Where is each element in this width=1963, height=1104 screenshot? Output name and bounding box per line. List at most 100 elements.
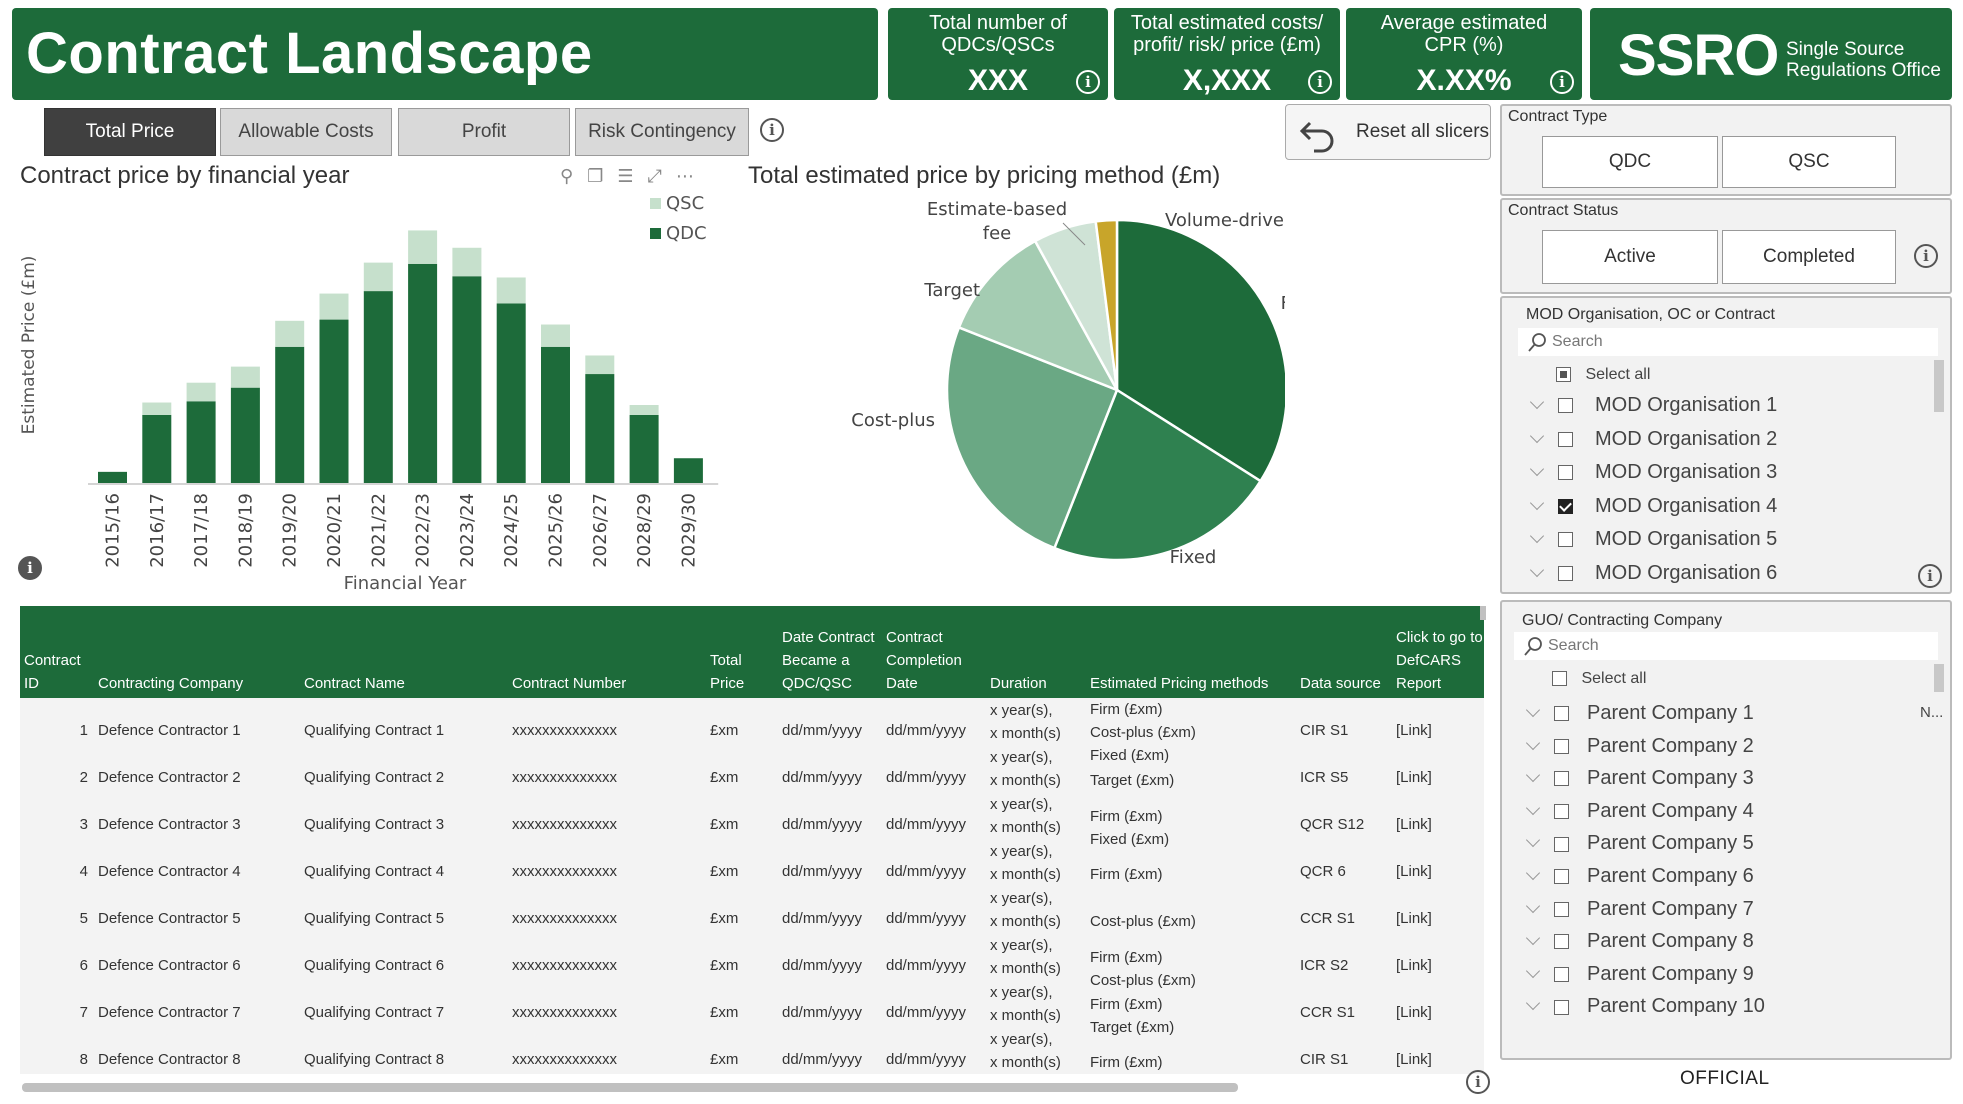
list-item[interactable]: Parent Company 5 (1525, 832, 1754, 855)
bar-qdc[interactable] (275, 346, 305, 483)
bar-qdc[interactable] (452, 276, 482, 483)
info-icon[interactable]: i (1550, 70, 1574, 94)
list-item[interactable]: MOD Organisation 2 (1529, 428, 1777, 451)
info-icon[interactable]: i (1466, 1070, 1490, 1094)
list-item[interactable]: Parent Company 7 (1525, 898, 1754, 921)
bar-qdc[interactable] (230, 387, 260, 483)
table-row[interactable]: 3 Defence Contractor 3 Qualifying Contract… (20, 796, 1484, 848)
col-total-price[interactable]: Total Price (710, 649, 754, 695)
bar-qsc[interactable] (319, 293, 349, 320)
chevron-down-icon[interactable] (1525, 768, 1541, 783)
bar-qsc[interactable] (585, 355, 615, 375)
bar-qdc[interactable] (496, 303, 526, 483)
chevron-down-icon[interactable] (1529, 495, 1545, 510)
checkbox[interactable] (1558, 532, 1573, 548)
more-options-icon[interactable]: ⋯ (676, 166, 708, 186)
info-icon[interactable]: i (1918, 564, 1942, 588)
list-item[interactable]: MOD Organisation 6 (1529, 562, 1777, 585)
search-box[interactable]: Search (1518, 328, 1938, 356)
qdc-option[interactable]: QDC (1542, 136, 1718, 188)
checkbox[interactable] (1554, 706, 1569, 722)
table-scrollbar[interactable] (1480, 606, 1486, 620)
filter-icon[interactable]: ☰ (617, 166, 647, 186)
chevron-down-icon[interactable] (1525, 865, 1541, 881)
checkbox[interactable] (1558, 498, 1573, 514)
chevron-down-icon[interactable] (1529, 461, 1545, 477)
bar-qdc[interactable] (408, 263, 438, 483)
bar-qdc[interactable] (541, 346, 570, 483)
table-row[interactable]: 6 Defence Contractor 6 Qualifying Contract… (20, 937, 1484, 989)
reset-slicers-button[interactable]: Reset all slicers (1285, 104, 1491, 160)
pin-icon[interactable]: ⚲ (560, 166, 587, 186)
info-icon[interactable]: i (1308, 70, 1332, 94)
chevron-down-icon[interactable] (1529, 562, 1545, 577)
checkbox[interactable] (1554, 771, 1569, 787)
checkbox[interactable] (1554, 836, 1569, 852)
col-data-source[interactable]: Data source (1300, 672, 1381, 695)
chevron-down-icon[interactable] (1525, 833, 1541, 848)
table-row[interactable]: 5 Defence Contractor 5 Qualifying Contract… (20, 890, 1484, 939)
bar-qdc[interactable] (629, 414, 659, 483)
list-item[interactable]: Parent Company 6 (1525, 865, 1754, 888)
checkbox[interactable] (1554, 869, 1569, 885)
list-item[interactable]: Parent Company 1 (1525, 702, 1754, 725)
table-row[interactable]: 8 Defence Contractor 8 Qualifying Contract… (20, 1031, 1484, 1074)
bar-qsc[interactable] (275, 320, 305, 347)
tab-allowable-costs[interactable]: Allowable Costs (220, 108, 392, 156)
chevron-down-icon[interactable] (1525, 898, 1541, 913)
checkbox[interactable] (1558, 565, 1573, 581)
col-pricing-methods[interactable]: Estimated Pricing methods (1090, 672, 1268, 695)
active-option[interactable]: Active (1542, 230, 1718, 284)
chevron-down-icon[interactable] (1529, 428, 1545, 443)
defcars-link[interactable]: [Link] (1396, 1004, 1432, 1021)
bar-qdc[interactable] (319, 319, 349, 483)
info-icon[interactable]: i (760, 118, 784, 142)
checkbox[interactable] (1558, 431, 1573, 447)
scrollbar[interactable] (1934, 664, 1944, 692)
bar-qdc[interactable] (363, 291, 393, 483)
bar-qdc[interactable] (585, 374, 615, 483)
chevron-down-icon[interactable] (1529, 394, 1545, 410)
list-item[interactable]: MOD Organisation 1 (1529, 394, 1777, 417)
checkbox[interactable] (1554, 804, 1569, 820)
qsc-option[interactable]: QSC (1722, 136, 1896, 188)
chevron-down-icon[interactable] (1525, 800, 1541, 815)
table-row[interactable]: 2 Defence Contractor 2 Qualifying Contract… (20, 749, 1484, 798)
defcars-link[interactable]: [Link] (1396, 769, 1432, 786)
list-item[interactable]: MOD Organisation 4 (1529, 495, 1777, 518)
bar-qdc[interactable] (186, 401, 216, 483)
info-icon[interactable]: i (18, 556, 42, 580)
bar-qsc[interactable] (408, 230, 438, 264)
table-row[interactable]: 7 Defence Contractor 7 Qualifying Contract… (20, 984, 1484, 1036)
defcars-link[interactable]: [Link] (1396, 816, 1432, 833)
col-duration[interactable]: Duration (990, 672, 1047, 695)
list-item[interactable]: Parent Company 3 (1525, 767, 1754, 790)
checkbox[interactable] (1556, 367, 1571, 383)
checkbox[interactable] (1554, 934, 1569, 950)
table-row[interactable]: 4 Defence Contractor 4 Qualifying Contract… (20, 843, 1484, 892)
checkbox[interactable] (1558, 465, 1573, 481)
scrollbar[interactable] (1934, 360, 1944, 412)
table-row[interactable]: 1 Defence Contractor 1 Qualifying Contract… (20, 701, 1484, 764)
checkbox[interactable] (1558, 398, 1573, 414)
list-item[interactable]: MOD Organisation 5 (1529, 528, 1777, 551)
col-contracting-company[interactable]: Contracting Company (98, 672, 243, 695)
chevron-down-icon[interactable] (1525, 735, 1541, 750)
checkbox[interactable] (1554, 738, 1569, 754)
bar-qsc[interactable] (142, 402, 172, 415)
checkbox[interactable] (1552, 671, 1567, 687)
tab-total-price[interactable]: Total Price (44, 108, 216, 156)
info-icon[interactable]: i (1076, 70, 1100, 94)
bar-qsc[interactable] (363, 262, 393, 292)
bar-qsc[interactable] (541, 324, 570, 347)
tab-profit[interactable]: Profit (398, 108, 570, 156)
bar-qsc[interactable] (629, 405, 659, 415)
bar-qsc[interactable] (230, 366, 260, 388)
col-contract-name[interactable]: Contract Name (304, 672, 405, 695)
copy-icon[interactable]: ❐ (587, 166, 617, 186)
bar-qsc[interactable] (496, 277, 526, 304)
list-item[interactable]: Parent Company 2 (1525, 735, 1754, 758)
col-date-became[interactable]: Date Contract Became a QDC/QSC (782, 626, 892, 695)
col-completion-date[interactable]: Contract Completion Date (886, 626, 974, 695)
select-all-option[interactable]: Select all (1556, 366, 1650, 384)
